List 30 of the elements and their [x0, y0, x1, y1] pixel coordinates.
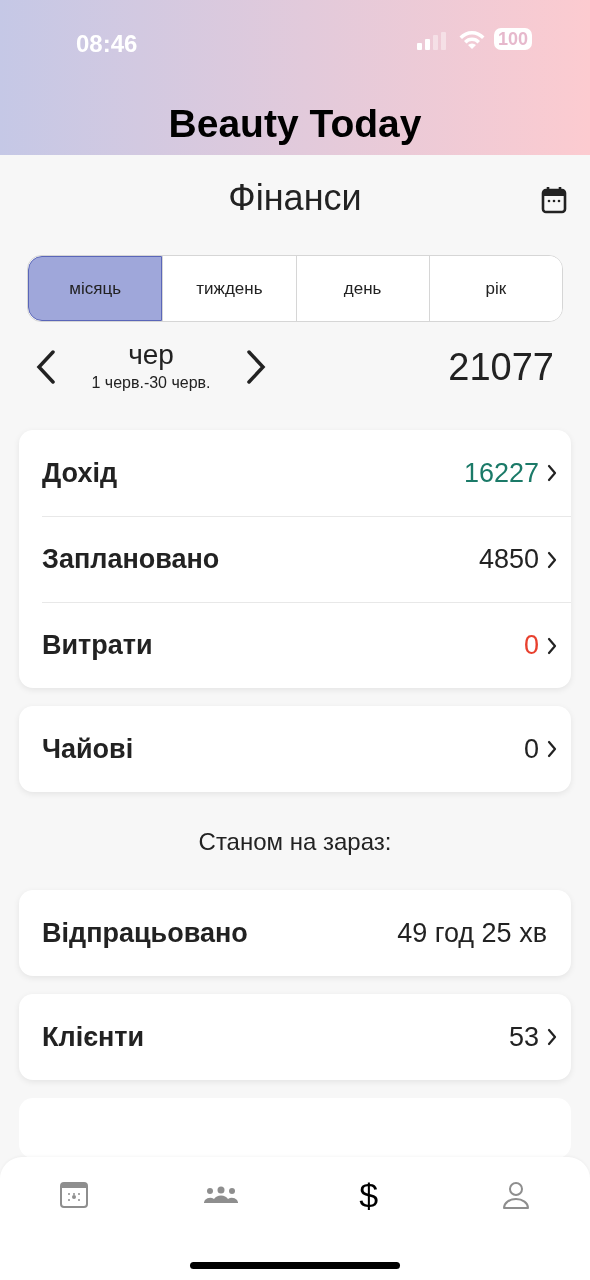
people-icon[interactable]: [204, 1186, 239, 1204]
page-title: Фінанси: [228, 176, 362, 220]
row-label: Витрати: [42, 629, 153, 663]
person-icon[interactable]: [503, 1181, 530, 1209]
row-label: Чайові: [42, 732, 134, 766]
period-total: 21077: [448, 344, 554, 390]
row-label: Клієнти: [42, 1020, 145, 1054]
period-tab[interactable]: рік: [428, 256, 562, 321]
row-value: 4850: [478, 543, 539, 577]
row-value: 0: [523, 732, 539, 766]
row-label: Заплановано: [42, 543, 220, 577]
dollar-tab[interactable]: $: [359, 1178, 379, 1212]
calendar-icon[interactable]: [541, 186, 567, 214]
signal-icon: [417, 32, 447, 50]
chevron-right-icon[interactable]: [246, 350, 266, 384]
period-tab[interactable]: місяць: [28, 256, 163, 321]
row-value: 0: [523, 629, 539, 663]
row-value: 53: [508, 1020, 539, 1054]
app-title: Beauty Today: [167, 101, 423, 147]
period-month: чер: [128, 339, 174, 371]
row-value: 49 год 25 хв: [397, 916, 547, 950]
wifi-icon: [458, 29, 486, 50]
section-heading: Станом на зараз:: [198, 827, 392, 857]
battery-indicator: 100: [494, 28, 533, 50]
row-value: 16227: [463, 456, 539, 490]
row-label: Відпрацьовано: [42, 916, 248, 950]
row-label: Дохід: [42, 456, 118, 490]
calendar-tab-icon[interactable]: [59, 1182, 88, 1208]
chevron-left-icon[interactable]: [36, 350, 56, 384]
period-range: 1 черв.-30 черв.: [91, 373, 211, 393]
